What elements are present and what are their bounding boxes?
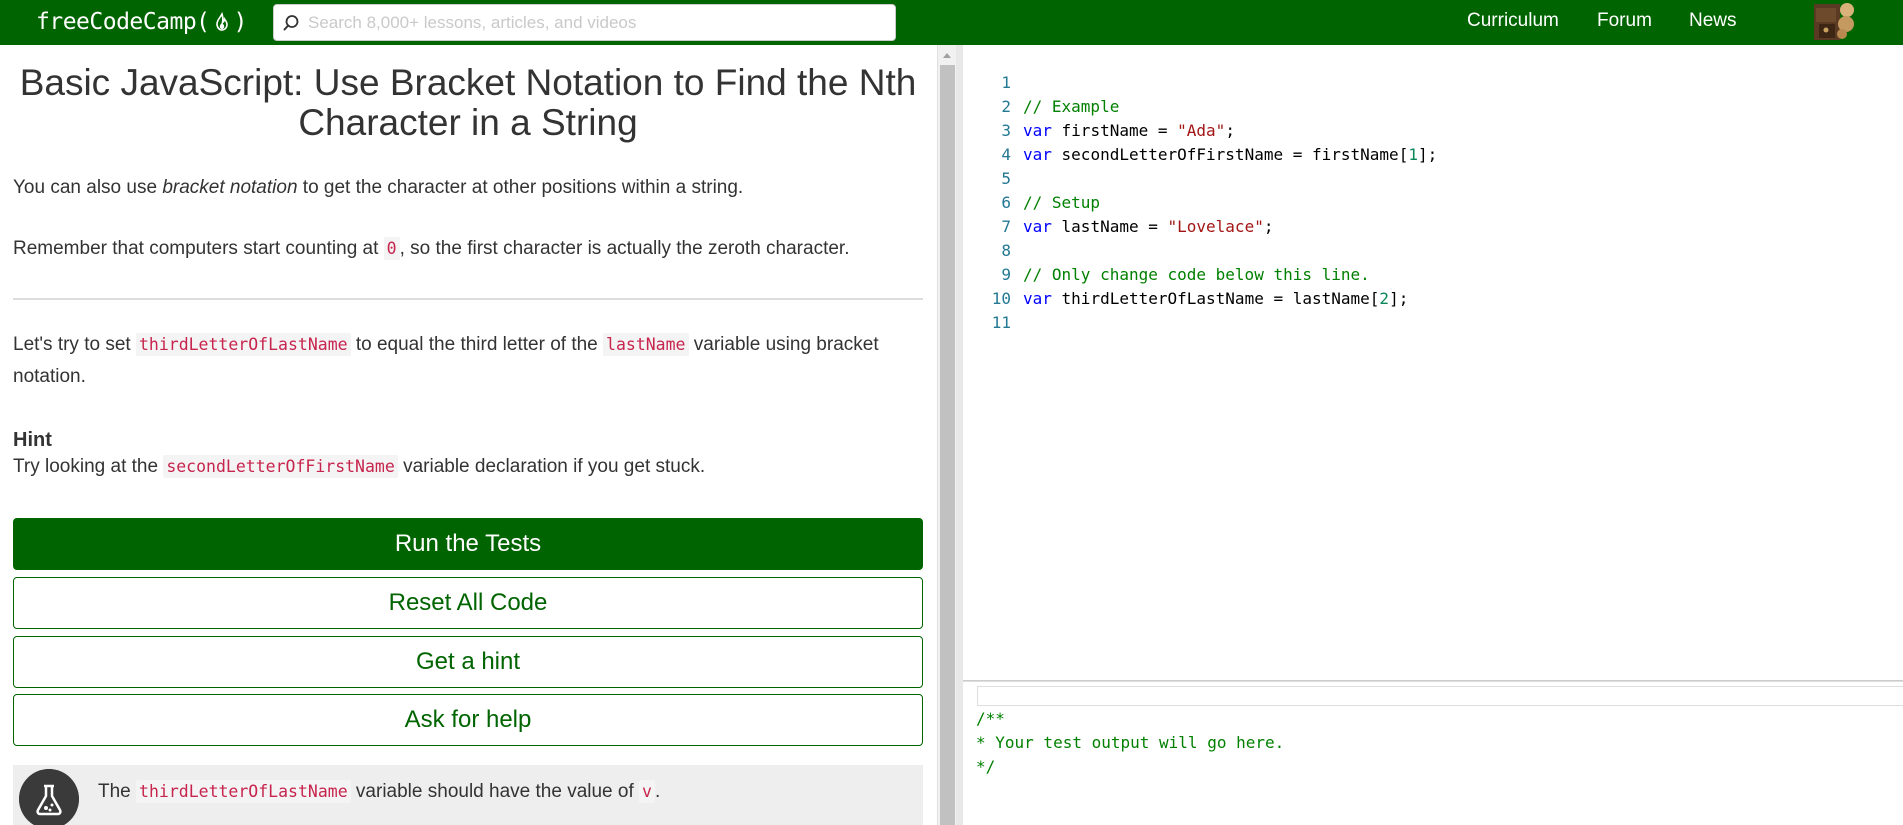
hint-text-before: Try looking at the: [13, 456, 164, 477]
test-inline-code-2: v: [639, 780, 655, 803]
hint-text-after: variable declaration if you get stuck.: [397, 456, 706, 477]
user-avatar[interactable]: [1812, 0, 1856, 42]
run-tests-button[interactable]: Run the Tests: [13, 518, 923, 570]
code-line[interactable]: 10: [963, 263, 1903, 308]
p2-text-after: , so the first character is actually the…: [399, 238, 850, 259]
hint-paragraph: Try looking at the secondLetterOfFirstNa…: [13, 451, 925, 483]
test-result-item: The thirdLetterOfLastName variable shoul…: [13, 765, 923, 825]
p1-emphasis: bracket notation: [162, 177, 298, 198]
p1-text-before: You can also use: [13, 177, 163, 198]
flame-icon: [215, 11, 228, 31]
p3-inline-code-1: thirdLetterOfLastName: [135, 333, 351, 356]
search-icon: [283, 14, 299, 30]
nav-link-curriculum[interactable]: Curriculum: [1467, 10, 1559, 32]
code-line[interactable]: 11: [963, 287, 1903, 332]
test-text-after: .: [654, 781, 661, 802]
test-output-text: /** * Your test output will go here. */: [976, 709, 1285, 776]
line-number: 11: [991, 313, 1011, 332]
code-line[interactable]: 1 // Example: [963, 47, 1903, 116]
scroll-up-arrow-icon[interactable]: [943, 53, 951, 58]
reset-code-button[interactable]: Reset All Code: [13, 577, 923, 629]
pane-resize-handle[interactable]: [956, 45, 963, 825]
description-paragraph-1: You can also use bracket notation to get…: [13, 172, 925, 204]
hint-heading: Hint: [13, 429, 52, 451]
code-line[interactable]: 6 var lastName = "Lovelace";: [963, 167, 1903, 236]
p3-text-mid: to equal the third letter of the: [350, 334, 604, 355]
p3-inline-code-2: lastName: [603, 333, 689, 356]
code-line[interactable]: 5 // Setup: [963, 143, 1903, 212]
code-editor[interactable]: 1 // Example 2 var firstName = "Ada"; 3 …: [963, 45, 1903, 681]
code-line[interactable]: 3 var secondLetterOfFirstName = firstNam…: [963, 95, 1903, 164]
ask-for-help-button[interactable]: Ask for help: [13, 694, 923, 746]
description-scrollbar[interactable]: [937, 45, 956, 825]
test-description: The thirdLetterOfLastName variable shoul…: [98, 780, 661, 803]
test-inline-code-1: thirdLetterOfLastName: [136, 780, 351, 803]
code-line[interactable]: 7: [963, 191, 1903, 236]
search-input[interactable]: [308, 12, 888, 33]
challenge-title: Basic JavaScript: Use Bracket Notation t…: [19, 62, 917, 143]
logo-text-right: ): [233, 9, 248, 35]
p1-text-after: to get the character at other positions …: [297, 177, 744, 198]
test-output-pane: /** * Your test output will go here. */: [963, 681, 1903, 825]
p2-text-before: Remember that computers start counting a…: [13, 238, 384, 259]
hint-inline-code: secondLetterOfFirstName: [163, 455, 398, 478]
code-line[interactable]: 8 // Only change code below this line.: [963, 215, 1903, 284]
top-navbar: freeCodeCamp( ) Curriculum Forum News: [0, 0, 1903, 45]
challenge-description-pane: Basic JavaScript: Use Bracket Notation t…: [0, 45, 937, 825]
instructions-paragraph: Let's try to set thirdLetterOfLastName t…: [13, 329, 925, 393]
p3-text-before: Let's try to set: [13, 334, 136, 355]
search-bar[interactable]: [273, 4, 896, 41]
freecodecamp-logo[interactable]: freeCodeCamp( ): [36, 6, 247, 38]
get-hint-button[interactable]: Get a hint: [13, 636, 923, 688]
scroll-thumb[interactable]: [940, 65, 955, 825]
code-line[interactable]: 2 var firstName = "Ada";: [963, 71, 1903, 140]
nav-link-forum[interactable]: Forum: [1597, 10, 1652, 32]
logo-text-left: freeCodeCamp(: [36, 9, 210, 35]
section-divider: [13, 298, 923, 300]
test-text-mid: variable should have the value of: [350, 781, 640, 802]
output-header-bar: [977, 686, 1903, 706]
code-line[interactable]: 9 var thirdLetterOfLastName = lastName[2…: [963, 239, 1903, 308]
description-paragraph-2: Remember that computers start counting a…: [13, 233, 925, 265]
test-flask-icon: [19, 769, 79, 825]
test-text-before: The: [98, 781, 137, 802]
code-line[interactable]: 4: [963, 119, 1903, 164]
p2-inline-code: 0: [383, 237, 400, 260]
nav-link-news[interactable]: News: [1689, 10, 1737, 32]
